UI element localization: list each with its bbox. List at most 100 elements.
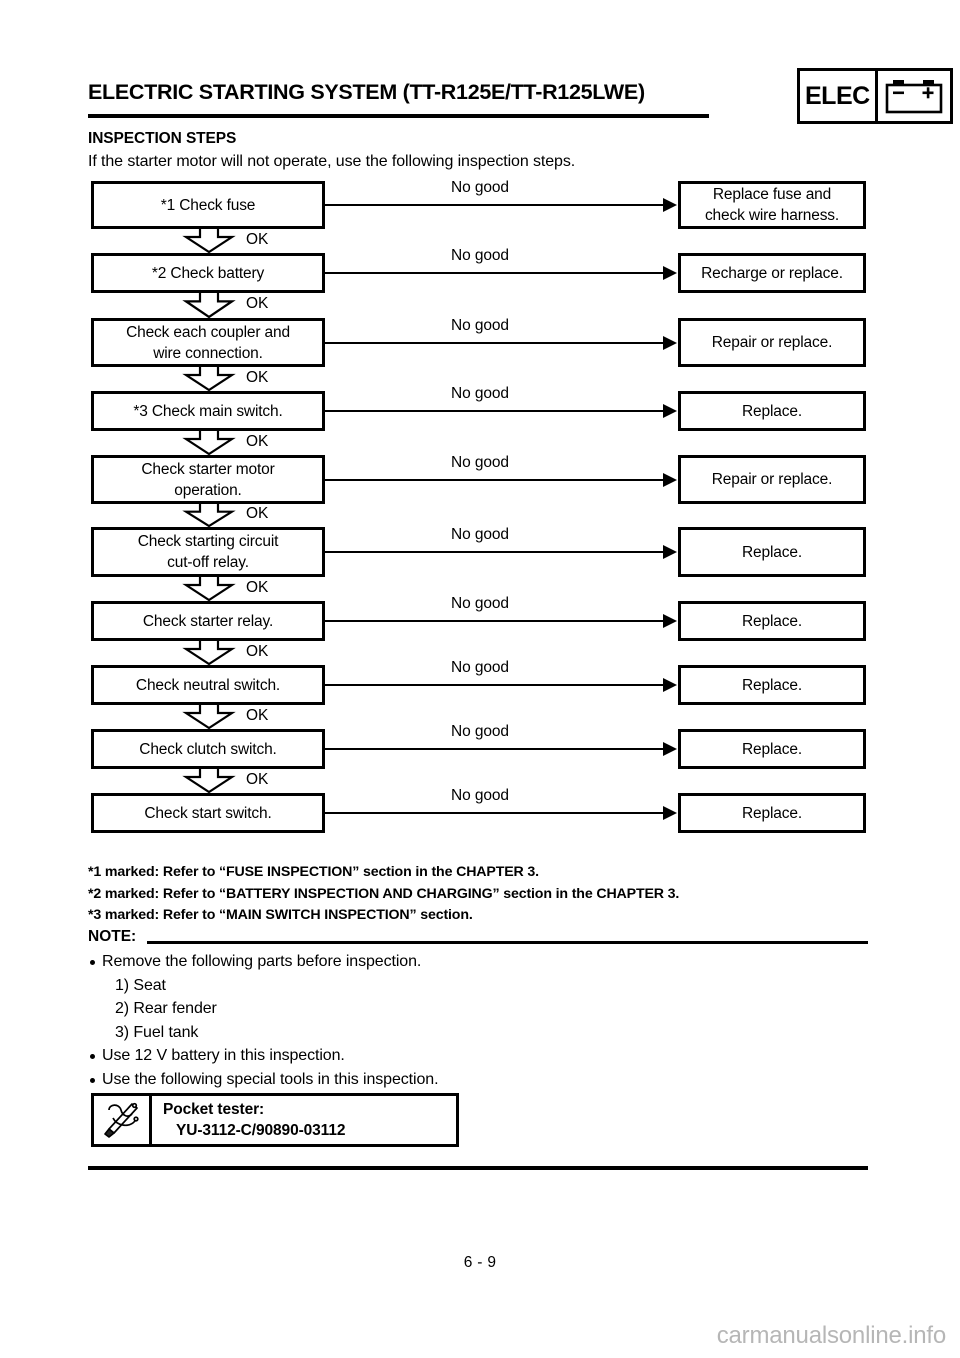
- flow-nogood-label: No good: [451, 385, 509, 402]
- flow-connector-line: [325, 410, 664, 412]
- flow-action-box: Repair or replace.: [678, 318, 866, 367]
- flow-ok-label: OK: [246, 706, 269, 724]
- special-tool-box: Pocket tester: YU-3112-C/90890-03112: [91, 1093, 459, 1147]
- flow-connector-line: [325, 341, 664, 344]
- flow-ok-label: OK: [246, 432, 269, 450]
- flow-connector-arrowhead: [663, 614, 677, 628]
- flow-connector-arrowhead: [663, 545, 677, 559]
- flow-action-box: Replace.: [678, 729, 866, 769]
- footnote-list: *1 marked: Refer to “FUSE INSPECTION” se…: [88, 862, 878, 927]
- flow-ok-label: OK: [246, 368, 269, 386]
- flow-ok-label: OK: [246, 578, 269, 596]
- pocket-tester-tool-icon: [94, 1096, 152, 1144]
- flow-ok-arrow: [178, 641, 240, 666]
- note-line-text: 2) Rear fender: [115, 1000, 217, 1017]
- note-line-text: Remove the following parts before inspec…: [102, 953, 422, 970]
- flow-check-box: Check start switch.: [91, 793, 325, 833]
- flow-connector-line: [325, 204, 664, 206]
- note-body: Remove the following parts before inspec…: [88, 950, 868, 1091]
- flow-ok-label: OK: [246, 642, 269, 660]
- inspection-flowchart: *1 Check fuse Replace fuse and check wire …: [0, 0, 960, 1358]
- note-line-text: Use 12 V battery in this inspection.: [102, 1047, 345, 1064]
- flow-connector-line: [325, 748, 664, 750]
- flow-ok-arrow: [178, 229, 240, 254]
- flow-connector-arrowhead: [663, 806, 677, 820]
- flow-connector-arrowhead: [663, 404, 677, 418]
- flow-ok-label: OK: [246, 770, 269, 788]
- flow-connector-line: [325, 551, 664, 553]
- flow-action-box: Replace.: [678, 793, 866, 833]
- flow-ok-label: OK: [246, 230, 269, 248]
- flow-action-box: Recharge or replace.: [678, 253, 866, 293]
- tool-name: Pocket tester:: [163, 1101, 265, 1118]
- bullet-icon: [90, 1077, 95, 1083]
- flow-nogood-label: No good: [451, 526, 509, 543]
- flow-check-box: Check each coupler and wire connection.: [91, 318, 325, 367]
- flow-connector-arrowhead: [663, 266, 677, 280]
- flow-ok-arrow: [178, 769, 240, 794]
- footnote-line: *3 marked: Refer to “MAIN SWITCH INSPECT…: [88, 907, 473, 923]
- manual-page: ELECTRIC STARTING SYSTEM (TT-R125E/TT-R1…: [0, 0, 960, 1358]
- flow-connector-arrowhead: [663, 678, 677, 692]
- flow-ok-label: OK: [246, 295, 269, 312]
- note-line: 3) Fuel tank: [88, 1021, 868, 1045]
- note-heading: NOTE:: [88, 928, 868, 950]
- note-divider: [147, 941, 868, 944]
- flow-connector-arrowhead: [663, 472, 677, 487]
- note-line: 2) Rear fender: [88, 997, 868, 1021]
- flow-connector-line: [325, 812, 664, 814]
- flow-check-box: *1 Check fuse: [91, 181, 325, 229]
- flow-check-box: *3 Check main switch.: [91, 391, 325, 431]
- flow-action-box: Replace fuse and check wire harness.: [678, 181, 866, 229]
- special-tool-text: Pocket tester: YU-3112-C/90890-03112: [152, 1096, 456, 1144]
- page-number: 6 - 9: [463, 1254, 497, 1271]
- flow-check-box: Check clutch switch.: [91, 729, 325, 769]
- footnote-line: *2 marked: Refer to “BATTERY INSPECTION …: [88, 885, 680, 902]
- note-line: Remove the following parts before inspec…: [88, 950, 868, 974]
- flow-nogood-label: No good: [451, 723, 509, 740]
- flow-nogood-label: No good: [451, 595, 509, 612]
- bullet-icon: [90, 960, 95, 965]
- note-line-text: Use the following special tools in this …: [102, 1070, 439, 1088]
- flow-connector-line: [325, 620, 664, 622]
- flow-nogood-label: No good: [451, 659, 509, 676]
- note-line-text: 1) Seat: [115, 976, 166, 994]
- flow-ok-arrow: [178, 293, 240, 319]
- flow-ok-arrow: [178, 431, 240, 456]
- tool-part-number: YU-3112-C/90890-03112: [176, 1122, 346, 1139]
- note-line: Use the following special tools in this …: [88, 1068, 868, 1092]
- flow-check-box: Check starting circuit cut-off relay.: [91, 527, 325, 577]
- flow-check-box: Check starter motor operation.: [91, 455, 325, 504]
- flow-nogood-label: No good: [451, 179, 509, 196]
- bullet-icon: [90, 1054, 95, 1059]
- note-label: NOTE:: [88, 928, 137, 945]
- flow-ok-arrow: [178, 504, 240, 528]
- flow-nogood-label: No good: [451, 787, 509, 804]
- flow-ok-arrow: [178, 367, 240, 392]
- flow-action-box: Replace.: [678, 527, 866, 577]
- flow-nogood-label: No good: [451, 453, 509, 471]
- footer-divider: [88, 1166, 868, 1170]
- note-line: 1) Seat: [88, 974, 868, 998]
- flow-connector-arrowhead: [663, 335, 677, 350]
- note-line-text: 3) Fuel tank: [115, 1023, 199, 1041]
- flow-nogood-label: No good: [451, 316, 509, 334]
- flow-connector-arrowhead: [663, 742, 677, 756]
- flow-check-box: Check neutral switch.: [91, 665, 325, 705]
- flow-check-box: *2 Check battery: [91, 253, 325, 293]
- site-watermark: carmanualsonline.info: [716, 1322, 946, 1349]
- flow-connector-line: [325, 478, 664, 481]
- note-line: Use 12 V battery in this inspection.: [88, 1044, 868, 1068]
- flow-connector-line: [325, 684, 664, 686]
- flow-ok-label: OK: [246, 505, 269, 522]
- flow-action-box: Replace.: [678, 391, 866, 431]
- flow-connector-arrowhead: [663, 198, 677, 212]
- flow-action-box: Repair or replace.: [678, 455, 866, 504]
- flow-check-box: Check starter relay.: [91, 601, 325, 641]
- flow-nogood-label: No good: [451, 247, 509, 264]
- flow-ok-arrow: [178, 705, 240, 730]
- flow-action-box: Replace.: [678, 601, 866, 641]
- flow-connector-line: [325, 272, 664, 274]
- footnote-line: *1 marked: Refer to “FUSE INSPECTION” se…: [88, 864, 539, 880]
- flow-action-box: Replace.: [678, 665, 866, 705]
